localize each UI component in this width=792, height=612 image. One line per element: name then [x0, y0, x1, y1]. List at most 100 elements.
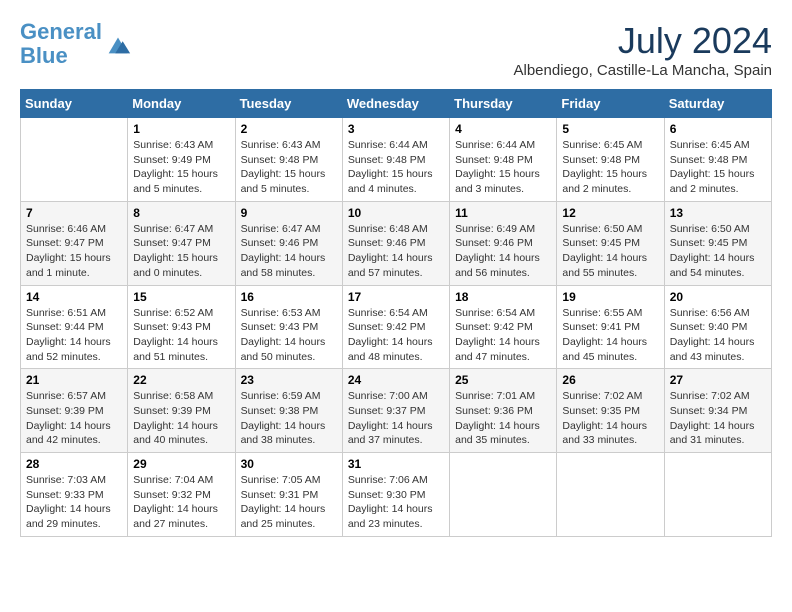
day-number: 27	[670, 373, 766, 387]
day-number: 5	[562, 122, 658, 136]
day-info: Sunrise: 6:58 AMSunset: 9:39 PMDaylight:…	[133, 389, 229, 448]
day-info: Sunrise: 6:43 AMSunset: 9:49 PMDaylight:…	[133, 138, 229, 197]
month-title: July 2024	[514, 20, 773, 62]
day-number: 2	[241, 122, 337, 136]
calendar-cell	[21, 118, 128, 202]
calendar-cell: 6 Sunrise: 6:45 AMSunset: 9:48 PMDaylight…	[664, 118, 771, 202]
calendar-body: 1 Sunrise: 6:43 AMSunset: 9:49 PMDaylight…	[21, 118, 772, 537]
calendar-cell	[664, 453, 771, 537]
week-row-4: 28 Sunrise: 7:03 AMSunset: 9:33 PMDayligh…	[21, 453, 772, 537]
calendar-cell	[450, 453, 557, 537]
header-day-saturday: Saturday	[664, 90, 771, 118]
logo-text: General Blue	[20, 20, 102, 68]
day-info: Sunrise: 7:03 AMSunset: 9:33 PMDaylight:…	[26, 473, 122, 532]
day-number: 24	[348, 373, 444, 387]
day-info: Sunrise: 7:02 AMSunset: 9:34 PMDaylight:…	[670, 389, 766, 448]
day-number: 3	[348, 122, 444, 136]
day-number: 13	[670, 206, 766, 220]
day-info: Sunrise: 6:50 AMSunset: 9:45 PMDaylight:…	[670, 222, 766, 281]
calendar-cell: 17Sunrise: 6:54 AMSunset: 9:42 PMDayligh…	[342, 285, 449, 369]
header-day-friday: Friday	[557, 90, 664, 118]
location: Albendiego, Castille-La Mancha, Spain	[514, 62, 773, 79]
day-info: Sunrise: 6:47 AMSunset: 9:46 PMDaylight:…	[241, 222, 337, 281]
day-number: 8	[133, 206, 229, 220]
day-info: Sunrise: 6:53 AMSunset: 9:43 PMDaylight:…	[241, 306, 337, 365]
logo-general: General	[20, 19, 102, 44]
day-number: 7	[26, 206, 122, 220]
day-info: Sunrise: 6:48 AMSunset: 9:46 PMDaylight:…	[348, 222, 444, 281]
day-info: Sunrise: 6:54 AMSunset: 9:42 PMDaylight:…	[455, 306, 551, 365]
day-info: Sunrise: 6:44 AMSunset: 9:48 PMDaylight:…	[348, 138, 444, 197]
calendar-header: SundayMondayTuesdayWednesdayThursdayFrid…	[21, 90, 772, 118]
calendar-cell: 30Sunrise: 7:05 AMSunset: 9:31 PMDayligh…	[235, 453, 342, 537]
calendar-cell: 7Sunrise: 6:46 AMSunset: 9:47 PMDaylight…	[21, 201, 128, 285]
header-day-thursday: Thursday	[450, 90, 557, 118]
calendar-cell: 25Sunrise: 7:01 AMSunset: 9:36 PMDayligh…	[450, 369, 557, 453]
day-number: 10	[348, 206, 444, 220]
calendar-cell: 11Sunrise: 6:49 AMSunset: 9:46 PMDayligh…	[450, 201, 557, 285]
day-number: 4	[455, 122, 551, 136]
day-info: Sunrise: 7:05 AMSunset: 9:31 PMDaylight:…	[241, 473, 337, 532]
header-row: SundayMondayTuesdayWednesdayThursdayFrid…	[21, 90, 772, 118]
day-number: 20	[670, 290, 766, 304]
calendar-cell: 2 Sunrise: 6:43 AMSunset: 9:48 PMDaylight…	[235, 118, 342, 202]
calendar-cell: 20 Sunrise: 6:56 AMSunset: 9:40 PMDayligh…	[664, 285, 771, 369]
day-info: Sunrise: 6:45 AMSunset: 9:48 PMDaylight:…	[670, 138, 766, 197]
calendar-cell: 13 Sunrise: 6:50 AMSunset: 9:45 PMDayligh…	[664, 201, 771, 285]
day-info: Sunrise: 7:04 AMSunset: 9:32 PMDaylight:…	[133, 473, 229, 532]
calendar-cell: 27 Sunrise: 7:02 AMSunset: 9:34 PMDayligh…	[664, 369, 771, 453]
week-row-2: 14Sunrise: 6:51 AMSunset: 9:44 PMDayligh…	[21, 285, 772, 369]
day-number: 22	[133, 373, 229, 387]
calendar-cell: 3 Sunrise: 6:44 AMSunset: 9:48 PMDaylight…	[342, 118, 449, 202]
header-day-tuesday: Tuesday	[235, 90, 342, 118]
calendar-cell: 5Sunrise: 6:45 AMSunset: 9:48 PMDaylight…	[557, 118, 664, 202]
day-number: 21	[26, 373, 122, 387]
calendar-cell: 18 Sunrise: 6:54 AMSunset: 9:42 PMDayligh…	[450, 285, 557, 369]
week-row-1: 7Sunrise: 6:46 AMSunset: 9:47 PMDaylight…	[21, 201, 772, 285]
day-number: 12	[562, 206, 658, 220]
day-info: Sunrise: 6:57 AMSunset: 9:39 PMDaylight:…	[26, 389, 122, 448]
day-number: 16	[241, 290, 337, 304]
calendar-cell: 21 Sunrise: 6:57 AMSunset: 9:39 PMDayligh…	[21, 369, 128, 453]
day-info: Sunrise: 6:47 AMSunset: 9:47 PMDaylight:…	[133, 222, 229, 281]
day-info: Sunrise: 6:50 AMSunset: 9:45 PMDaylight:…	[562, 222, 658, 281]
day-number: 31	[348, 457, 444, 471]
calendar-cell: 31Sunrise: 7:06 AMSunset: 9:30 PMDayligh…	[342, 453, 449, 537]
day-info: Sunrise: 6:51 AMSunset: 9:44 PMDaylight:…	[26, 306, 122, 365]
calendar-cell	[557, 453, 664, 537]
calendar-cell: 16 Sunrise: 6:53 AMSunset: 9:43 PMDayligh…	[235, 285, 342, 369]
day-info: Sunrise: 6:59 AMSunset: 9:38 PMDaylight:…	[241, 389, 337, 448]
calendar-cell: 22 Sunrise: 6:58 AMSunset: 9:39 PMDayligh…	[128, 369, 235, 453]
week-row-0: 1 Sunrise: 6:43 AMSunset: 9:49 PMDaylight…	[21, 118, 772, 202]
header-day-wednesday: Wednesday	[342, 90, 449, 118]
day-number: 9	[241, 206, 337, 220]
day-number: 28	[26, 457, 122, 471]
calendar-cell: 23Sunrise: 6:59 AMSunset: 9:38 PMDayligh…	[235, 369, 342, 453]
logo: General Blue	[20, 20, 132, 68]
calendar-cell: 19Sunrise: 6:55 AMSunset: 9:41 PMDayligh…	[557, 285, 664, 369]
day-number: 26	[562, 373, 658, 387]
week-row-3: 21 Sunrise: 6:57 AMSunset: 9:39 PMDayligh…	[21, 369, 772, 453]
calendar-cell: 29Sunrise: 7:04 AMSunset: 9:32 PMDayligh…	[128, 453, 235, 537]
calendar-table: SundayMondayTuesdayWednesdayThursdayFrid…	[20, 89, 772, 537]
day-info: Sunrise: 7:00 AMSunset: 9:37 PMDaylight:…	[348, 389, 444, 448]
title-block: July 2024 Albendiego, Castille-La Mancha…	[514, 20, 773, 79]
day-number: 25	[455, 373, 551, 387]
calendar-cell: 15 Sunrise: 6:52 AMSunset: 9:43 PMDayligh…	[128, 285, 235, 369]
logo-icon	[104, 30, 132, 58]
calendar-cell: 14Sunrise: 6:51 AMSunset: 9:44 PMDayligh…	[21, 285, 128, 369]
calendar-cell: 8 Sunrise: 6:47 AMSunset: 9:47 PMDaylight…	[128, 201, 235, 285]
day-info: Sunrise: 6:43 AMSunset: 9:48 PMDaylight:…	[241, 138, 337, 197]
day-info: Sunrise: 6:44 AMSunset: 9:48 PMDaylight:…	[455, 138, 551, 197]
day-number: 18	[455, 290, 551, 304]
day-info: Sunrise: 6:56 AMSunset: 9:40 PMDaylight:…	[670, 306, 766, 365]
day-number: 1	[133, 122, 229, 136]
day-info: Sunrise: 7:02 AMSunset: 9:35 PMDaylight:…	[562, 389, 658, 448]
day-info: Sunrise: 6:52 AMSunset: 9:43 PMDaylight:…	[133, 306, 229, 365]
logo-blue: Blue	[20, 43, 68, 68]
day-number: 15	[133, 290, 229, 304]
header-day-monday: Monday	[128, 90, 235, 118]
calendar-cell: 26 Sunrise: 7:02 AMSunset: 9:35 PMDayligh…	[557, 369, 664, 453]
day-info: Sunrise: 6:55 AMSunset: 9:41 PMDaylight:…	[562, 306, 658, 365]
day-number: 6	[670, 122, 766, 136]
